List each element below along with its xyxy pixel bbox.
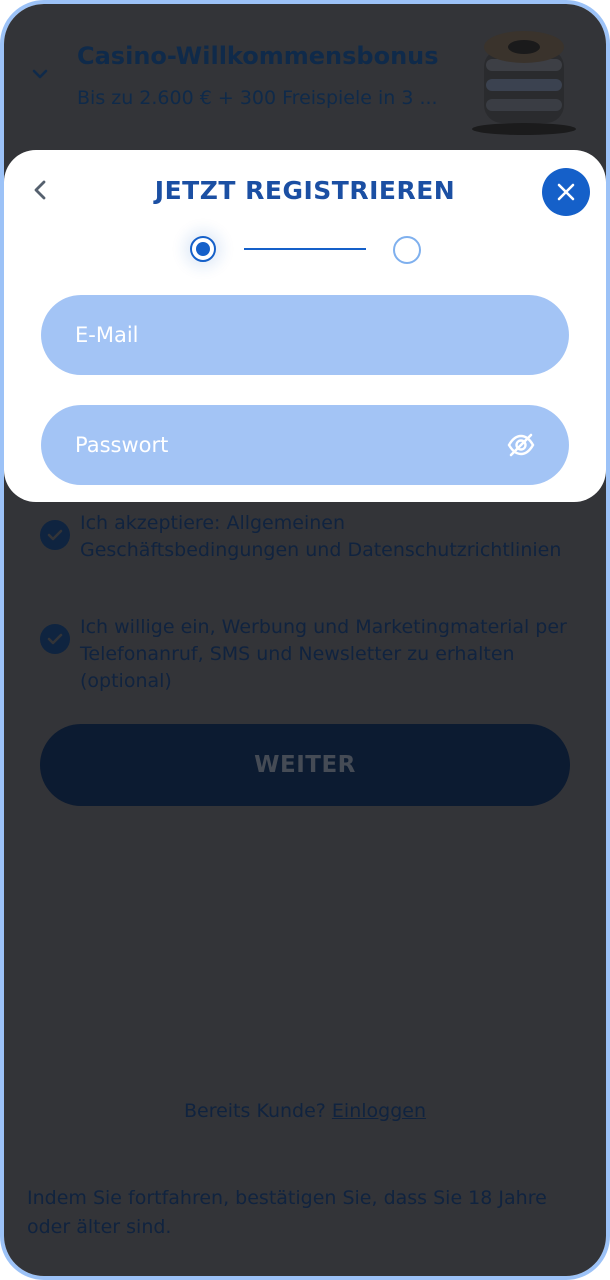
check-icon[interactable] — [40, 520, 70, 550]
bonus-subtitle: Bis zu 2.600 € + 300 Freispiele in 3 ... — [77, 87, 438, 109]
login-prompt-text: Bereits Kunde? — [183, 1100, 326, 1122]
check-mark — [47, 529, 63, 541]
step-indicator-1 — [190, 236, 216, 262]
eye-off-icon[interactable] — [507, 432, 535, 458]
consent-terms: Ich akzeptiere: Allgemeinen Geschäftsbed… — [40, 510, 570, 564]
check-icon[interactable] — [40, 624, 70, 654]
consent-marketing: Ich willige ein, Werbung und Marketingma… — [40, 614, 570, 695]
check-mark — [47, 633, 63, 645]
step-active-dot — [196, 242, 210, 256]
close-icon — [557, 183, 575, 201]
password-input[interactable] — [41, 405, 569, 485]
age-confirmation-note: Indem Sie fortfahren, bestätigen Sie, da… — [27, 1187, 547, 1238]
bonus-coins-icon — [472, 31, 576, 135]
bonus-banner[interactable]: Casino-Willkommensbonus Bis zu 2.600 € +… — [4, 4, 606, 154]
consent-marketing-label: Ich willige ein, Werbung und Marketingma… — [80, 616, 567, 692]
password-field[interactable] — [41, 405, 569, 485]
email-field[interactable] — [41, 295, 569, 375]
registration-modal: JETZT REGISTRIEREN — [4, 150, 606, 502]
consent-terms-label: Ich akzeptiere: Allgemeinen Geschäftsbed… — [80, 512, 562, 561]
step-indicator-2 — [393, 236, 421, 264]
phone-frame: Casino-Willkommensbonus Bis zu 2.600 € +… — [0, 0, 610, 1280]
bonus-title: Casino-Willkommensbonus — [77, 42, 439, 70]
continue-button[interactable]: WEITER — [40, 724, 570, 806]
chevron-down-icon[interactable] — [30, 64, 50, 84]
close-button[interactable] — [542, 168, 590, 216]
modal-title: JETZT REGISTRIEREN — [154, 176, 456, 205]
login-link[interactable]: Einloggen — [332, 1100, 426, 1122]
step-connector — [244, 248, 366, 250]
email-input[interactable] — [41, 295, 569, 375]
login-prompt: Bereits Kunde? Einloggen — [4, 1100, 606, 1122]
